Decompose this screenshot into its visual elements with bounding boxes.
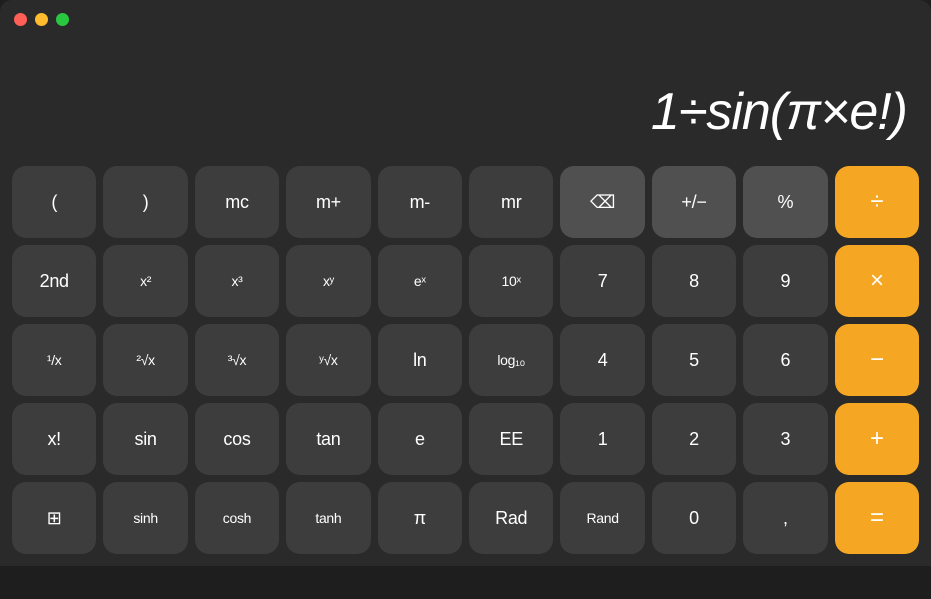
square-root-button[interactable]: ²√x	[103, 324, 187, 396]
add-button[interactable]: +	[835, 403, 919, 475]
backspace-button[interactable]: ⌫	[560, 166, 644, 238]
four-button[interactable]: 4	[560, 324, 644, 396]
cosh-button[interactable]: cosh	[195, 482, 279, 554]
sinh-button[interactable]: sinh	[103, 482, 187, 554]
five-button[interactable]: 5	[652, 324, 736, 396]
three-button[interactable]: 3	[743, 403, 827, 475]
seven-button[interactable]: 7	[560, 245, 644, 317]
memory-add-button[interactable]: m+	[286, 166, 370, 238]
percent-button[interactable]: %	[743, 166, 827, 238]
memory-clear-button[interactable]: mc	[195, 166, 279, 238]
reciprocal-button[interactable]: ¹/x	[12, 324, 96, 396]
tan-button[interactable]: tan	[286, 403, 370, 475]
open-paren-button[interactable]: (	[12, 166, 96, 238]
minimize-dot[interactable]	[35, 13, 48, 26]
divide-button[interactable]: ÷	[835, 166, 919, 238]
subtract-button[interactable]: −	[835, 324, 919, 396]
multiply-button[interactable]: ×	[835, 245, 919, 317]
ten-power-x-button[interactable]: 10ˣ	[469, 245, 553, 317]
plus-minus-button[interactable]: +/−	[652, 166, 736, 238]
e-power-x-button[interactable]: eˣ	[378, 245, 462, 317]
rad-button[interactable]: Rad	[469, 482, 553, 554]
display-area: 1÷sin(π×e!)	[0, 38, 931, 158]
decimal-button[interactable]: ,	[743, 482, 827, 554]
eight-button[interactable]: 8	[652, 245, 736, 317]
cube-button[interactable]: x³	[195, 245, 279, 317]
memory-recall-button[interactable]: mr	[469, 166, 553, 238]
equals-button[interactable]: =	[835, 482, 919, 554]
zero-button[interactable]: 0	[652, 482, 736, 554]
calculator-body: ()mcm+m-mr⌫+/−%÷ 2ndx²x³xʸeˣ10ˣ789× ¹/x²√x…	[0, 158, 931, 566]
cos-button[interactable]: cos	[195, 403, 279, 475]
tanh-button[interactable]: tanh	[286, 482, 370, 554]
log10-button[interactable]: log₁₀	[469, 324, 553, 396]
display-expression: 1÷sin(π×e!)	[651, 82, 907, 142]
rand-button[interactable]: Rand	[560, 482, 644, 554]
button-grid: ()mcm+m-mr⌫+/−%÷ 2ndx²x³xʸeˣ10ˣ789× ¹/x²√x…	[12, 166, 919, 554]
one-button[interactable]: 1	[560, 403, 644, 475]
power-y-button[interactable]: xʸ	[286, 245, 370, 317]
close-dot[interactable]	[14, 13, 27, 26]
memory-subtract-button[interactable]: m-	[378, 166, 462, 238]
grid-icon-button[interactable]: ⊞	[12, 482, 96, 554]
pi-button[interactable]: π	[378, 482, 462, 554]
ee-button[interactable]: EE	[469, 403, 553, 475]
second-button[interactable]: 2nd	[12, 245, 96, 317]
close-paren-button[interactable]: )	[103, 166, 187, 238]
two-button[interactable]: 2	[652, 403, 736, 475]
sin-button[interactable]: sin	[103, 403, 187, 475]
ln-button[interactable]: ln	[378, 324, 462, 396]
square-button[interactable]: x²	[103, 245, 187, 317]
six-button[interactable]: 6	[743, 324, 827, 396]
nine-button[interactable]: 9	[743, 245, 827, 317]
maximize-dot[interactable]	[56, 13, 69, 26]
cube-root-button[interactable]: ³√x	[195, 324, 279, 396]
y-root-button[interactable]: ʸ√x	[286, 324, 370, 396]
title-bar	[0, 0, 931, 38]
euler-button[interactable]: e	[378, 403, 462, 475]
factorial-button[interactable]: x!	[12, 403, 96, 475]
